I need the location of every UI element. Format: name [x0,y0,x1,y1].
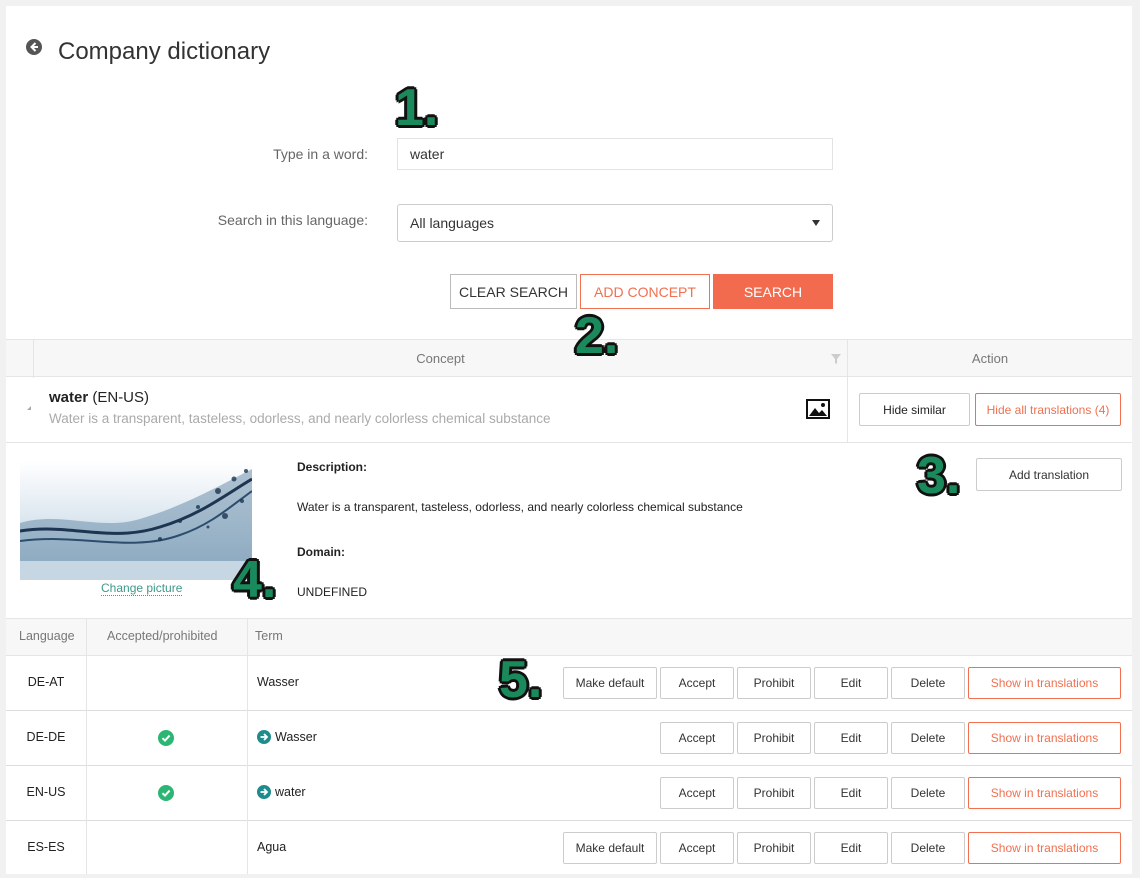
row-term-text: Wasser [275,730,317,744]
search-button[interactable]: SEARCH [713,274,833,309]
row-language: ES-ES [27,840,65,854]
accept-button[interactable]: Accept [660,777,734,809]
row-term-text: Wasser [257,675,299,689]
edit-button[interactable]: Edit [814,667,888,699]
table-row: EN-US water Accept Prohibit Edit Delete Show i… [6,766,1132,821]
accepted-check-icon [158,730,174,746]
accept-button[interactable]: Accept [660,667,734,699]
row-language: DE-AT [27,675,65,689]
concept-language: (EN-US) [92,389,150,406]
accept-button[interactable]: Accept [660,832,734,864]
table-row: ES-ES Agua Make default Accept Prohibit Edit D… [6,821,1132,874]
row-language: DE-DE [26,730,66,744]
add-concept-button[interactable]: ADD CONCEPT [580,274,710,309]
prohibit-button[interactable]: Prohibit [737,777,811,809]
language-select[interactable]: All languages [397,204,833,242]
row-term: Wasser [257,730,317,744]
annotation-1: 1. [395,79,439,137]
annotation-2: 2. [575,307,619,365]
domain-value: UNDEFINED [297,585,368,599]
annotation-5: 5. [499,651,543,709]
word-label: Type in a word: [273,146,368,162]
concept-table-header: Concept Action [6,339,1132,378]
prohibit-button[interactable]: Prohibit [737,667,811,699]
description-label: Description: [297,460,368,474]
add-translation-button[interactable]: Add translation [976,458,1122,491]
concept-term: water (EN-US) [49,389,149,406]
column-accepted: Accepted/prohibited [107,629,218,643]
domain-label: Domain: [297,545,345,559]
image-icon[interactable] [806,399,830,419]
show-in-translations-button[interactable]: Show in translations [968,832,1121,864]
delete-button[interactable]: Delete [891,777,965,809]
accepted-check-icon [158,785,174,801]
prohibit-button[interactable]: Prohibit [737,722,811,754]
table-row: DE-DE Wasser Accept Prohibit Edit Delete Show … [6,711,1132,766]
caret-down-icon [812,220,820,226]
expand-triangle-icon[interactable] [27,406,31,410]
delete-button[interactable]: Delete [891,722,965,754]
hide-all-translations-button[interactable]: Hide all translations (4) [975,393,1121,426]
column-language: Language [19,629,75,643]
accept-button[interactable]: Accept [660,722,734,754]
language-select-value: All languages [410,215,495,231]
row-term: Wasser [257,675,299,689]
concept-word: water [49,389,89,406]
row-term-text: Agua [257,840,287,854]
make-default-button[interactable]: Make default [563,667,657,699]
show-in-translations-button[interactable]: Show in translations [968,777,1121,809]
dictionary-panel: Company dictionary 1. Type in a word: wa… [6,6,1132,874]
annotation-3: 3. [917,447,961,505]
filter-icon[interactable] [831,354,841,364]
clear-search-button[interactable]: CLEAR SEARCH [450,274,577,309]
edit-button[interactable]: Edit [814,777,888,809]
row-term-text: water [275,785,306,799]
column-action: Action [971,351,1009,366]
show-in-translations-button[interactable]: Show in translations [968,722,1121,754]
concept-row[interactable]: water (EN-US) Water is a transparent, ta… [6,377,1132,443]
edit-button[interactable]: Edit [814,832,888,864]
row-term: Agua [257,840,286,854]
show-in-translations-button[interactable]: Show in translations [968,667,1121,699]
page-title: Company dictionary [58,38,271,65]
edit-button[interactable]: Edit [814,722,888,754]
back-arrow-icon[interactable] [26,39,42,55]
terms-table-header: Language Accepted/prohibited Term [6,618,1132,656]
row-language: EN-US [26,785,66,799]
column-concept: Concept [416,351,465,366]
language-label: Search in this language: [217,212,368,228]
word-input[interactable]: water [397,138,833,170]
delete-button[interactable]: Delete [891,667,965,699]
concept-picture [20,461,252,580]
delete-button[interactable]: Delete [891,832,965,864]
column-term: Term [255,629,283,643]
default-arrow-icon [257,730,271,744]
concept-description: Water is a transparent, tasteless, odorl… [49,411,551,426]
row-term: water [257,785,306,799]
hide-similar-button[interactable]: Hide similar [859,393,970,426]
prohibit-button[interactable]: Prohibit [737,832,811,864]
table-row: DE-AT Wasser Make default Accept Prohibit Edi… [6,656,1132,711]
change-picture-link[interactable]: Change picture [101,581,183,596]
annotation-4: 4. [233,551,277,609]
default-arrow-icon [257,785,271,799]
make-default-button[interactable]: Make default [563,832,657,864]
description-text: Water is a transparent, tasteless, odorl… [297,500,743,514]
